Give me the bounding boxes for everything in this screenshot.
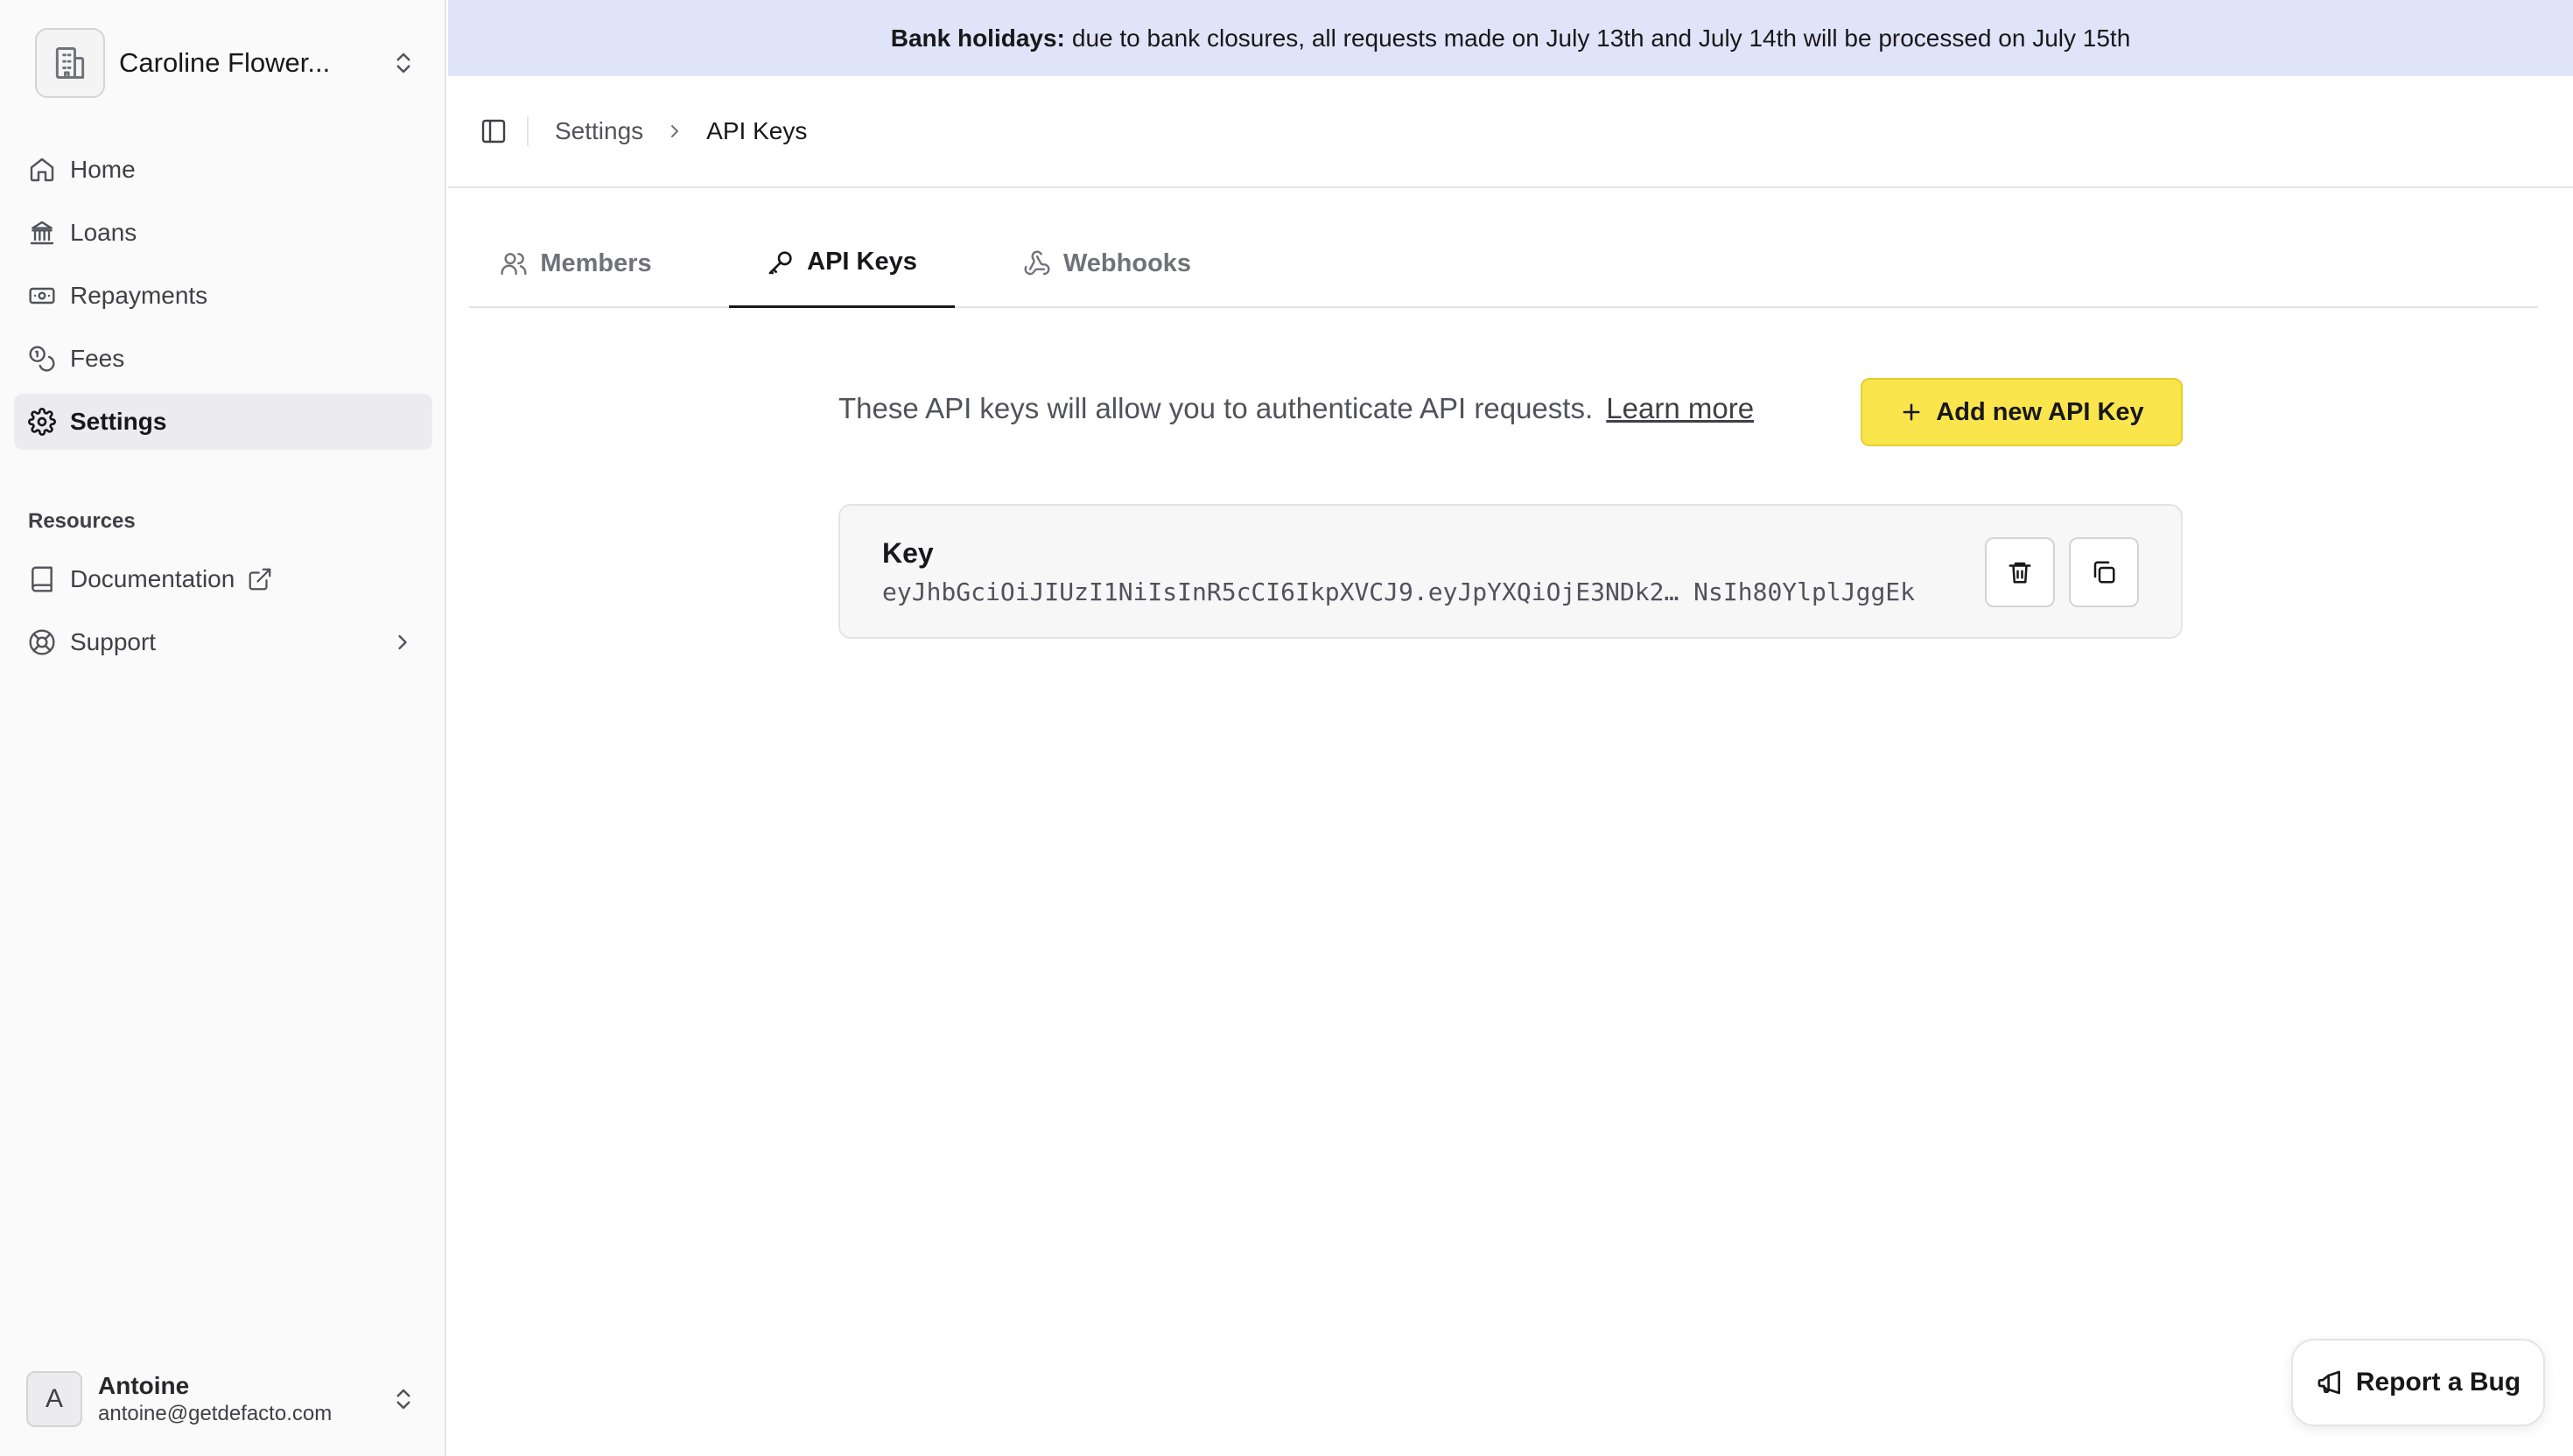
copy-key-button[interactable]: [2069, 537, 2139, 607]
lifebuoy-icon: [28, 628, 56, 656]
user-menu[interactable]: A Antoine antoine@getdefacto.com: [26, 1370, 420, 1428]
banknote-icon: [28, 282, 56, 310]
settings-tabs: Members API Keys Webhooks: [469, 219, 2538, 308]
org-switcher[interactable]: Caroline Flower...: [35, 28, 420, 98]
tab-webhooks[interactable]: Webhooks: [1008, 219, 1206, 308]
divider: [527, 116, 529, 146]
announcement-banner: Bank holidays: due to bank closures, all…: [448, 0, 2573, 76]
chevrons-up-down-icon: [390, 1386, 417, 1412]
top-bar: Settings API Keys: [448, 76, 2573, 188]
api-key-value: eyJhbGciOiJIUzI1NiIsInR5cCI6IkpXVCJ9.eyJ…: [882, 578, 1916, 606]
building-icon: [35, 28, 105, 98]
coins-icon: [28, 345, 56, 373]
intro-text: These API keys will allow you to authent…: [838, 392, 1594, 424]
key-icon: [767, 248, 795, 276]
tab-api-keys[interactable]: API Keys: [729, 219, 955, 308]
add-api-key-button[interactable]: Add new API Key: [1861, 378, 2183, 446]
breadcrumb-current: API Keys: [706, 117, 808, 144]
avatar: A: [26, 1371, 82, 1427]
report-bug-button[interactable]: Report a Bug: [2291, 1339, 2545, 1426]
copy-icon: [2091, 559, 2117, 585]
sidebar-item-label: Documentation: [70, 565, 235, 592]
add-api-key-label: Add new API Key: [1936, 397, 2144, 426]
sidebar-item-label: Home: [70, 156, 136, 183]
sidebar-item-fees[interactable]: Fees: [14, 331, 432, 387]
sidebar-item-label: Repayments: [70, 282, 208, 309]
sidebar-item-label: Settings: [70, 408, 167, 435]
api-key-card: Key eyJhbGciOiJIUzI1NiIsInR5cCI6IkpXVCJ9…: [838, 504, 2183, 639]
resources-heading: Resources: [28, 509, 136, 533]
chevron-right-icon: [390, 630, 415, 654]
tab-label: API Keys: [807, 248, 917, 276]
breadcrumb: Settings API Keys: [555, 117, 807, 145]
api-keys-intro: These API keys will allow you to authent…: [838, 392, 1754, 425]
trash-icon: [2007, 559, 2033, 585]
user-name: Antoine: [98, 1372, 190, 1399]
home-icon: [28, 156, 56, 184]
tab-members[interactable]: Members: [499, 219, 653, 308]
tab-label: Webhooks: [1062, 248, 1192, 277]
sidebar-item-repayments[interactable]: Repayments: [14, 268, 432, 324]
sidebar-item-label: Fees: [70, 345, 125, 372]
breadcrumb-settings[interactable]: Settings: [555, 117, 643, 145]
sidebar-item-settings[interactable]: Settings: [14, 394, 432, 450]
banner-title: Bank holidays:: [890, 24, 1065, 52]
external-link-icon: [247, 566, 273, 592]
bank-icon: [28, 219, 56, 247]
sidebar-item-label: Support: [70, 628, 157, 655]
sidebar-item-loans[interactable]: Loans: [14, 205, 432, 261]
sidebar-item-support[interactable]: Support: [14, 614, 432, 670]
main-nav: Home Loans Repayments Fees Settings: [14, 142, 432, 457]
key-label: Key: [882, 537, 934, 569]
sidebar-item-documentation[interactable]: Documentation: [14, 551, 432, 607]
megaphone-icon: [2316, 1368, 2344, 1396]
sidebar-item-label: Loans: [70, 219, 137, 246]
banner-text: due to bank closures, all requests made …: [1071, 24, 2131, 52]
users-icon: [500, 249, 528, 277]
delete-key-button[interactable]: [1985, 537, 2055, 607]
learn-more-link[interactable]: Learn more: [1606, 392, 1754, 424]
gear-icon: [28, 408, 56, 436]
chevron-right-icon: [664, 121, 685, 142]
resources-nav: Documentation Support: [14, 551, 432, 677]
webhook-icon: [1023, 249, 1051, 277]
sidebar-item-home[interactable]: Home: [14, 142, 432, 198]
report-bug-label: Report a Bug: [2355, 1368, 2521, 1396]
chevrons-up-down-icon: [390, 50, 417, 76]
sidebar: Caroline Flower... Home Loans Repayments: [0, 0, 446, 1456]
tab-label: Members: [540, 248, 652, 277]
book-icon: [28, 565, 56, 593]
user-email: antoine@getdefacto.com: [98, 1402, 333, 1425]
org-name: Caroline Flower...: [119, 47, 331, 78]
plus-icon: [1899, 400, 1924, 424]
user-info: Antoine antoine@getdefacto.com: [98, 1371, 390, 1427]
sidebar-toggle-icon[interactable]: [480, 117, 508, 145]
